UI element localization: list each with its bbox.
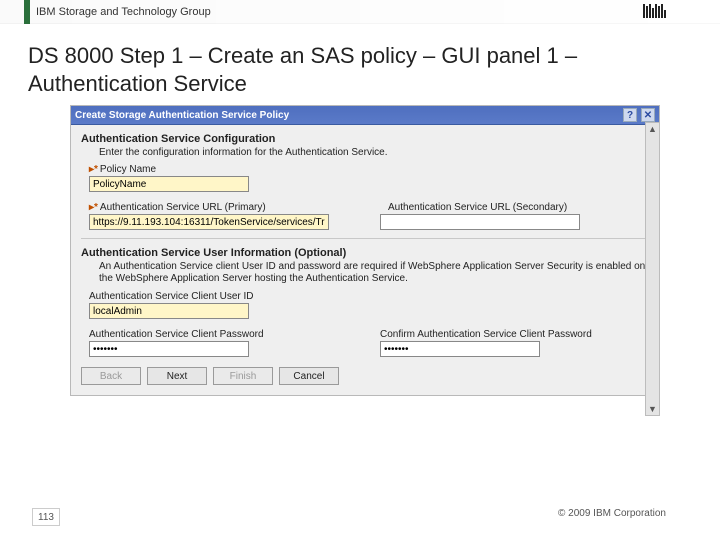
section-auth-config-title: Authentication Service Configuration [81,133,649,145]
client-user-label: Authentication Service Client User ID [89,291,649,302]
confirm-password-input[interactable] [380,341,540,357]
dialog-body: Authentication Service Configuration Ent… [71,125,659,395]
slide-footer: 113 © 2009 IBM Corporation [0,508,720,526]
url-primary-label: ▸*Authentication Service URL (Primary) [89,202,350,213]
url-secondary-label: Authentication Service URL (Secondary) [388,202,649,213]
copyright-text: © 2009 IBM Corporation [558,508,666,526]
scroll-down-icon[interactable]: ▼ [647,403,658,415]
section-user-info-title: Authentication Service User Information … [81,247,649,259]
close-icon[interactable]: ✕ [641,108,655,122]
help-icon[interactable]: ? [623,108,637,122]
policy-name-input[interactable] [89,176,249,192]
header-bar: IBM Storage and Technology Group [0,0,720,24]
dialog-title: Create Storage Authentication Service Po… [75,110,289,121]
cancel-button[interactable]: Cancel [279,367,339,385]
page-number: 113 [32,508,60,526]
wizard-button-row: Back Next Finish Cancel [81,367,649,385]
dialog-titlebar: Create Storage Authentication Service Po… [71,106,659,125]
client-password-input[interactable] [89,341,249,357]
client-password-label: Authentication Service Client Password [89,329,350,340]
next-button[interactable]: Next [147,367,207,385]
section-auth-config-sub: Enter the configuration information for … [99,147,649,158]
url-primary-input[interactable] [89,214,329,230]
vertical-scrollbar[interactable]: ▲ ▼ [645,122,660,416]
client-user-input[interactable] [89,303,249,319]
ibm-logo-icon [643,4,666,18]
divider [81,238,649,239]
confirm-password-label: Confirm Authentication Service Client Pa… [380,329,649,340]
policy-name-label: ▸*Policy Name [89,164,649,175]
finish-button[interactable]: Finish [213,367,273,385]
section-user-info-note: An Authentication Service client User ID… [99,261,649,285]
header-title: IBM Storage and Technology Group [36,6,211,18]
url-secondary-input[interactable] [380,214,580,230]
header-accent [24,0,30,24]
dialog-window: Create Storage Authentication Service Po… [70,105,660,396]
slide-heading: DS 8000 Step 1 – Create an SAS policy – … [0,24,720,105]
back-button[interactable]: Back [81,367,141,385]
scroll-up-icon[interactable]: ▲ [647,123,658,135]
